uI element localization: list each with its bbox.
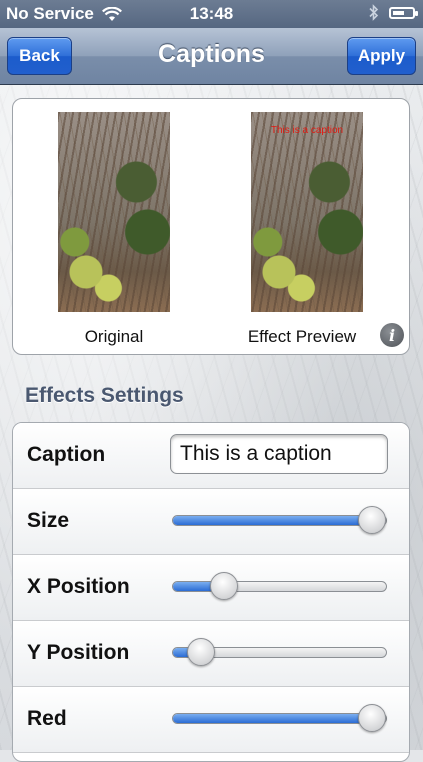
y-position-slider[interactable]: [172, 638, 387, 666]
battery-fill: [393, 10, 404, 15]
red-slider-thumb[interactable]: [358, 704, 386, 732]
x-position-label: X Position: [27, 575, 130, 598]
effect-preview-image: This is a caption: [251, 112, 363, 312]
red-slider[interactable]: [172, 704, 387, 732]
red-slider-fill: [173, 714, 372, 723]
settings-row-caption: Caption: [13, 423, 409, 489]
size-label: Size: [27, 509, 70, 532]
settings-table: Caption Size X Position Y Position Red: [12, 422, 410, 762]
info-icon[interactable]: i: [380, 323, 404, 347]
x-position-slider-thumb[interactable]: [210, 572, 239, 600]
caption-label: Caption: [27, 443, 106, 466]
settings-row-x-position: X Position: [13, 555, 409, 621]
size-slider-fill: [173, 516, 372, 525]
original-label: Original: [84, 327, 144, 346]
y-position-slider-thumb[interactable]: [186, 638, 215, 666]
caption-input[interactable]: [170, 434, 388, 474]
effect-preview-label: Effect Preview: [247, 327, 357, 346]
apply-button[interactable]: Apply: [347, 37, 416, 75]
navigation-bar: Back Captions Apply: [0, 28, 423, 85]
caption-overlay: This is a caption: [270, 125, 344, 136]
settings-row-red: Red: [13, 687, 409, 753]
size-slider[interactable]: [172, 506, 387, 534]
size-slider-thumb[interactable]: [358, 506, 386, 534]
x-position-slider[interactable]: [172, 572, 387, 600]
red-label: Red: [27, 707, 67, 730]
y-position-label: Y Position: [27, 641, 130, 664]
battery-icon: [389, 6, 418, 19]
section-header-effects-settings: Effects Settings: [25, 384, 184, 407]
status-right: [369, 4, 418, 21]
bluetooth-icon: [369, 4, 379, 21]
status-time: 13:48: [189, 4, 234, 23]
original-image: [58, 112, 170, 312]
preview-card: This is a caption Original Effect Previe…: [12, 98, 410, 355]
settings-row-size: Size: [13, 489, 409, 555]
settings-row-y-position: Y Position: [13, 621, 409, 687]
status-bar: No Service 13:48: [0, 0, 423, 28]
